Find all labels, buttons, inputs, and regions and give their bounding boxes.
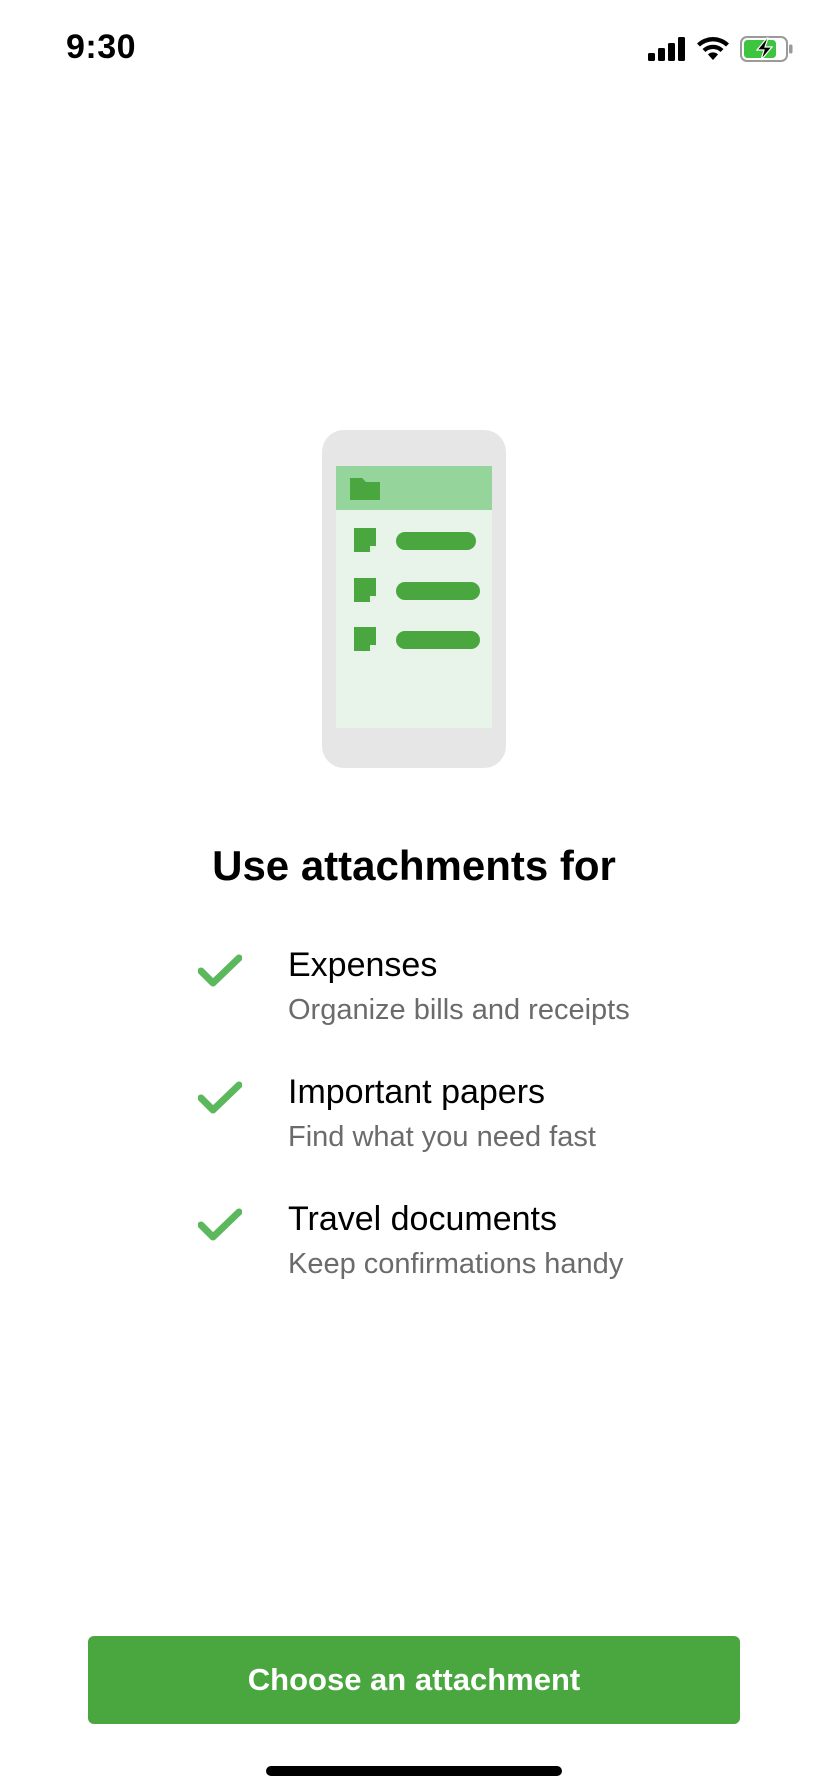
choose-attachment-button[interactable]: Choose an attachment <box>88 1636 740 1724</box>
home-indicator[interactable] <box>266 1766 562 1776</box>
feature-list: Expenses Organize bills and receipts Imp… <box>196 946 716 1327</box>
status-icons <box>648 35 794 67</box>
status-time: 9:30 <box>66 28 137 66</box>
checkmark-icon <box>197 1208 243 1242</box>
battery-charging-icon <box>740 35 794 67</box>
feature-item-expenses: Expenses Organize bills and receipts <box>196 946 716 1073</box>
feature-subtitle: Keep confirmations handy <box>288 1248 624 1280</box>
feature-item-travel-documents: Travel documents Keep confirmations hand… <box>196 1200 716 1327</box>
checkmark-icon <box>197 1081 243 1115</box>
status-bar: 9:30 <box>0 0 828 100</box>
cellular-signal-icon <box>648 36 686 66</box>
feature-title: Travel documents <box>288 1200 557 1238</box>
feature-subtitle: Organize bills and receipts <box>288 994 630 1026</box>
wifi-icon <box>696 36 730 67</box>
attachments-onboarding-screen: 9:30 Use attachments for Expenses Organi… <box>0 0 828 1792</box>
phone-attachments-illustration <box>322 430 506 768</box>
feature-title: Important papers <box>288 1073 546 1111</box>
page-title: Use attachments for <box>212 842 616 889</box>
feature-subtitle: Find what you need fast <box>288 1121 596 1153</box>
feature-title: Expenses <box>288 946 438 984</box>
feature-item-important-papers: Important papers Find what you need fast <box>196 1073 716 1200</box>
checkmark-icon <box>197 954 243 988</box>
